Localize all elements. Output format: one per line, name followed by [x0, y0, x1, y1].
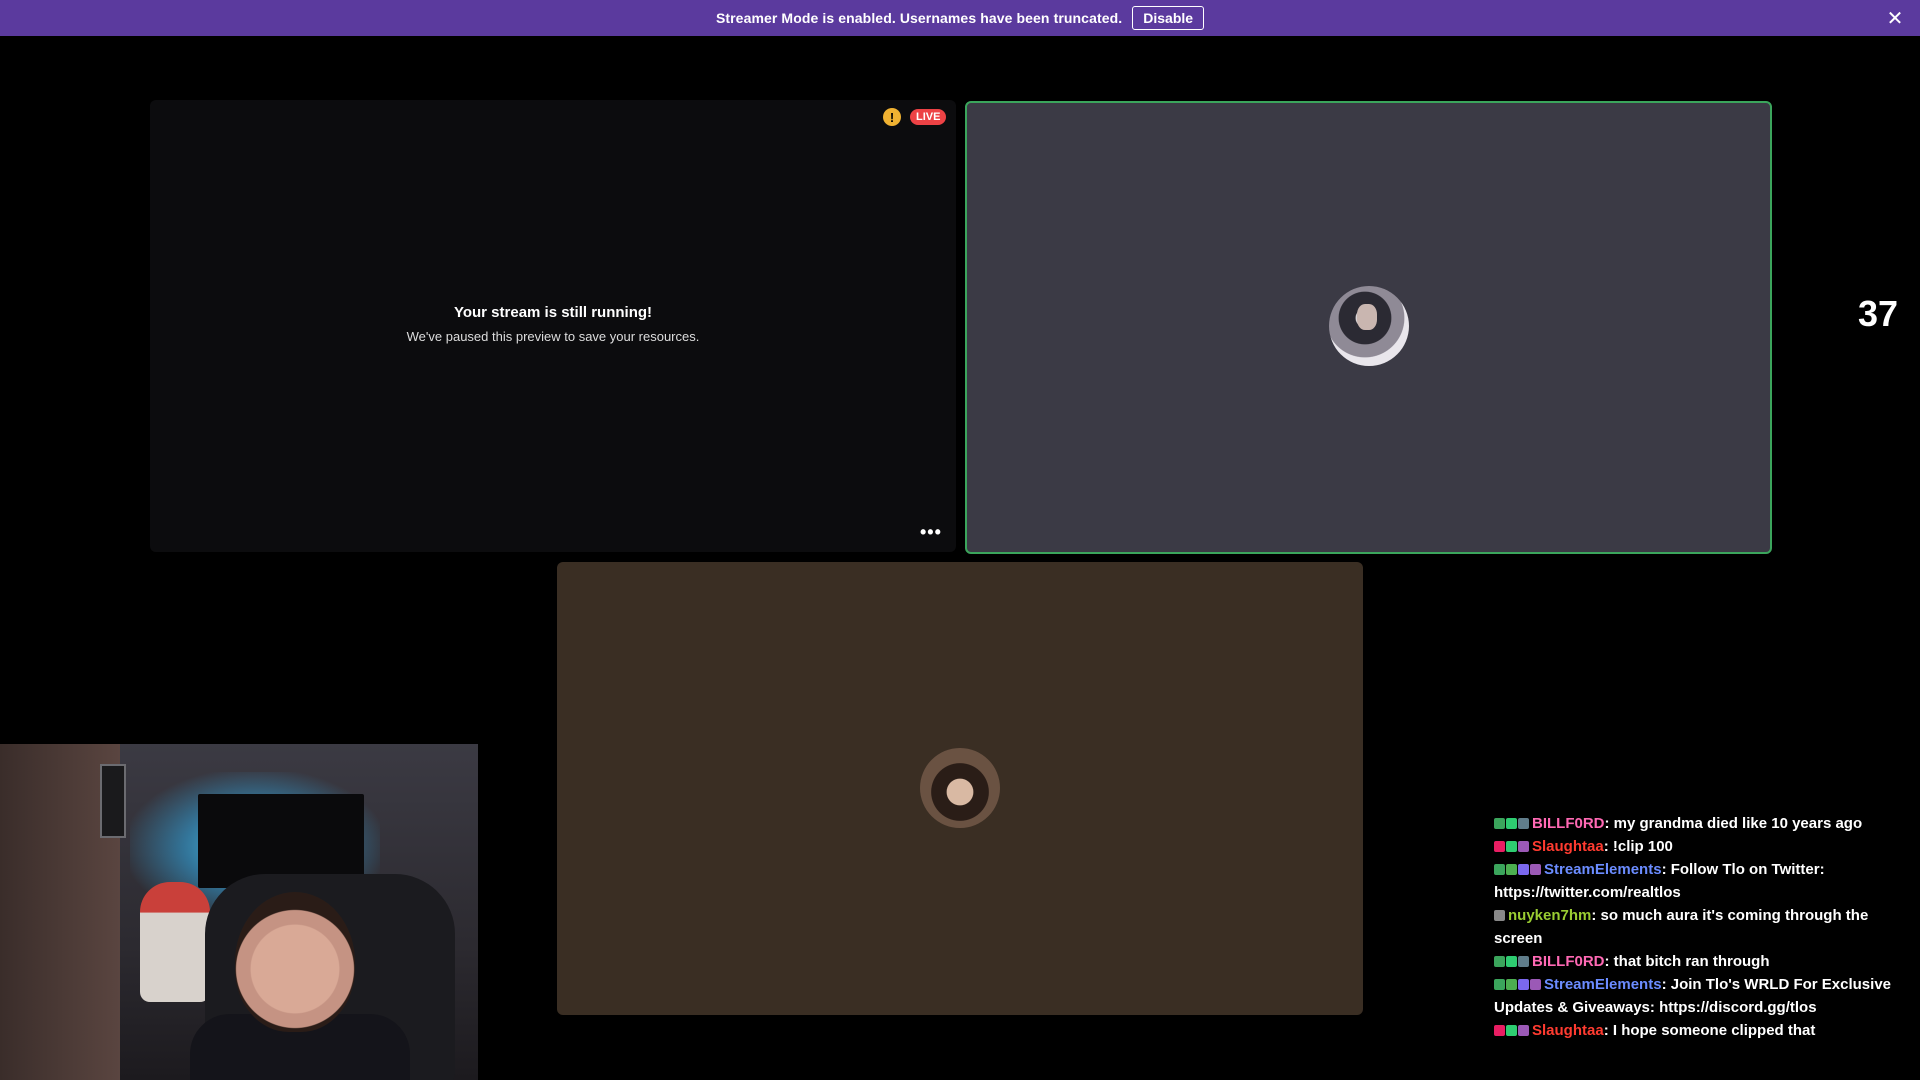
chat-badge-icon	[1506, 864, 1517, 875]
chat-text: !clip 100	[1612, 838, 1673, 855]
chat-line-faded	[1494, 802, 1912, 812]
chat-separator: :	[1604, 815, 1614, 832]
chat-badge-icon	[1506, 841, 1517, 852]
streamer-mode-banner: Streamer Mode is enabled. Usernames have…	[0, 0, 1920, 36]
chat-message: StreamElements: Join Tlo's WRLD For Excl…	[1494, 973, 1912, 1019]
chat-badge-icon	[1518, 956, 1529, 967]
chat-message: BILLF0RD: my grandma died like 10 years …	[1494, 812, 1912, 835]
chat-username: Slaughtaa	[1532, 1022, 1604, 1039]
chat-badges	[1494, 835, 1530, 858]
webcam-feed	[0, 744, 478, 1080]
chat-badge-icon	[1494, 979, 1505, 990]
chat-text: my grandma died like 10 years ago	[1613, 815, 1863, 832]
chat-username: StreamElements	[1544, 976, 1662, 993]
chat-username: BILLF0RD	[1532, 953, 1605, 970]
more-options-icon[interactable]: •••	[920, 522, 942, 543]
chat-badge-icon	[1494, 818, 1505, 829]
chat-message: BILLF0RD: that bitch ran through	[1494, 950, 1912, 973]
chat-separator: :	[1603, 838, 1613, 855]
chat-badge-icon	[1494, 841, 1505, 852]
chat-badge-icon	[1494, 910, 1505, 921]
webcam-person-head	[235, 892, 355, 1032]
avatar-face	[1357, 304, 1377, 330]
chat-username: BILLF0RD	[1532, 815, 1605, 832]
stream-paused-message: Your stream is still running! We've paus…	[150, 304, 956, 344]
chat-badges	[1494, 1019, 1530, 1042]
chat-badge-icon	[1494, 956, 1505, 967]
chat-badge-icon	[1518, 841, 1529, 852]
viewer-count: 37	[1858, 293, 1899, 334]
webcam-picture-frame	[100, 764, 126, 838]
chat-badge-icon	[1494, 864, 1505, 875]
chat-badges	[1494, 950, 1530, 973]
chat-badge-icon	[1530, 864, 1541, 875]
chat-separator: :	[1591, 907, 1601, 924]
warning-icon[interactable]: !	[883, 108, 901, 126]
chat-badges	[1494, 973, 1542, 996]
chat-username: StreamElements	[1544, 861, 1662, 878]
chat-badge-icon	[1506, 979, 1517, 990]
chat-badge-icon	[1506, 1025, 1517, 1036]
chat-badge-icon	[1518, 818, 1529, 829]
chat-text: that bitch ran through	[1613, 953, 1770, 970]
chat-badge-icon	[1530, 979, 1541, 990]
chat-overlay: BILLF0RD: my grandma died like 10 years …	[1494, 802, 1912, 1080]
chat-badge-icon	[1506, 956, 1517, 967]
avatar	[920, 748, 1000, 828]
disable-streamer-mode-button[interactable]: Disable	[1132, 6, 1205, 30]
avatar	[1329, 286, 1409, 366]
chat-message: StreamElements: Follow Tlo on Twitter: h…	[1494, 858, 1912, 904]
stream-preview-tile[interactable]: ! LIVE Your stream is still running! We'…	[150, 100, 956, 552]
chat-username: nuyken7hm	[1508, 907, 1592, 924]
chat-text: I hope someone clipped that	[1612, 1022, 1816, 1039]
live-badge: LIVE	[910, 109, 947, 125]
chat-badge-icon	[1518, 1025, 1529, 1036]
chat-username: Slaughtaa	[1532, 838, 1604, 855]
close-icon[interactable]: ✕	[1884, 7, 1906, 30]
chat-badge-icon	[1518, 979, 1529, 990]
webcam-plush-toy	[140, 882, 210, 1002]
chat-badge-icon	[1518, 864, 1529, 875]
chat-message: Slaughtaa: I hope someone clipped that	[1494, 1019, 1912, 1042]
stream-paused-title: Your stream is still running!	[453, 304, 653, 321]
banner-text: Streamer Mode is enabled. Usernames have…	[715, 10, 1123, 26]
chat-badge-icon	[1506, 818, 1517, 829]
chat-separator: :	[1603, 1022, 1613, 1039]
chat-separator: :	[1661, 861, 1671, 878]
chat-badges	[1494, 812, 1530, 835]
participant-tile-speaking[interactable]	[965, 101, 1772, 554]
chat-message: nuyken7hm: so much aura it's coming thro…	[1494, 904, 1912, 950]
chat-badges	[1494, 904, 1506, 927]
stream-paused-subtitle: We've paused this preview to save your r…	[406, 329, 700, 344]
chat-message: Slaughtaa: !clip 100	[1494, 835, 1912, 858]
chat-separator: :	[1661, 976, 1671, 993]
chat-badges	[1494, 858, 1542, 881]
chat-badge-icon	[1494, 1025, 1505, 1036]
participant-tile[interactable]	[557, 562, 1363, 1015]
chat-separator: :	[1604, 953, 1614, 970]
